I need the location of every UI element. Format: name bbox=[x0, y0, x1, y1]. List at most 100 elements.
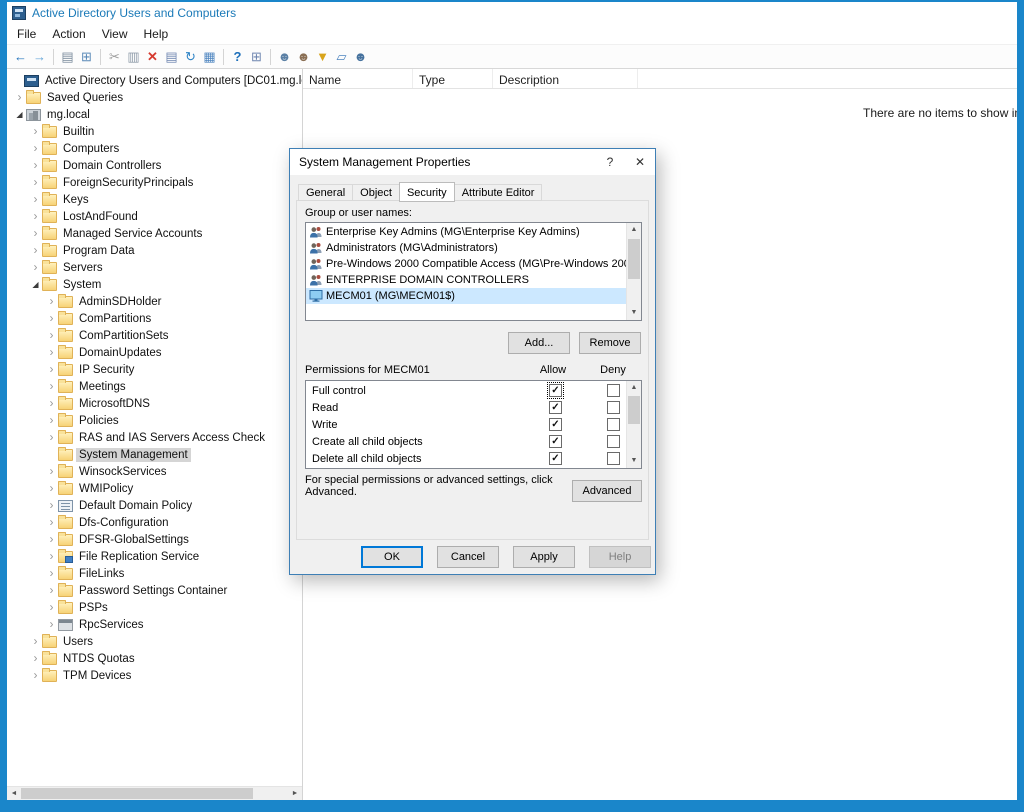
allow-checkbox-write[interactable]: ✓ bbox=[549, 418, 562, 431]
chevron-collapsed-icon[interactable]: › bbox=[45, 482, 58, 495]
tree-item-mg-local[interactable]: ◢mg.local bbox=[7, 106, 302, 123]
tree-item-policies[interactable]: ›Policies bbox=[7, 412, 302, 429]
chevron-collapsed-icon[interactable]: › bbox=[45, 380, 58, 393]
tree-item-password-settings-container[interactable]: ›Password Settings Container bbox=[7, 582, 302, 599]
chevron-collapsed-icon[interactable]: › bbox=[45, 363, 58, 376]
menu-action[interactable]: Action bbox=[44, 25, 93, 43]
scroll-right-icon[interactable]: ► bbox=[288, 787, 302, 800]
window-titlebar[interactable]: Active Directory Users and Computers bbox=[7, 2, 1017, 24]
deny-checkbox-create-all-child-objects[interactable] bbox=[607, 435, 620, 448]
tree-item-foreignsecurityprincipals[interactable]: ›ForeignSecurityPrincipals bbox=[7, 174, 302, 191]
back-icon[interactable]: ← bbox=[11, 48, 30, 66]
scrollbar-thumb[interactable] bbox=[628, 396, 640, 424]
chevron-collapsed-icon[interactable]: › bbox=[45, 312, 58, 325]
tree-item-default-domain-policy[interactable]: ›Default Domain Policy bbox=[7, 497, 302, 514]
permissions-scrollbar[interactable]: ▲ ▼ bbox=[626, 381, 641, 468]
scroll-up-icon[interactable]: ▲ bbox=[627, 223, 641, 237]
tree-item-program-data[interactable]: ›Program Data bbox=[7, 242, 302, 259]
column-header-description[interactable]: Description bbox=[493, 69, 638, 88]
group-item-mecm01-mg-mecm01[interactable]: MECM01 (MG\MECM01$) bbox=[306, 288, 626, 304]
tab-object[interactable]: Object bbox=[352, 184, 400, 201]
tree-item-managed-service-accounts[interactable]: ›Managed Service Accounts bbox=[7, 225, 302, 242]
deny-checkbox-read[interactable] bbox=[607, 401, 620, 414]
menu-help[interactable]: Help bbox=[136, 25, 177, 43]
scroll-down-icon[interactable]: ▼ bbox=[627, 306, 641, 320]
tree-item-wmipolicy[interactable]: ›WMIPolicy bbox=[7, 480, 302, 497]
chevron-collapsed-icon[interactable]: › bbox=[29, 635, 42, 648]
tree-item-ntds-quotas[interactable]: ›NTDS Quotas bbox=[7, 650, 302, 667]
tree-item-filelinks[interactable]: ›FileLinks bbox=[7, 565, 302, 582]
show-tree-icon[interactable]: ⊞ bbox=[77, 48, 96, 66]
tree-item-compartitions[interactable]: ›ComPartitions bbox=[7, 310, 302, 327]
chevron-collapsed-icon[interactable]: › bbox=[45, 431, 58, 444]
allow-checkbox-delete-all-child-objects[interactable]: ✓ bbox=[549, 452, 562, 465]
chevron-collapsed-icon[interactable]: › bbox=[45, 295, 58, 308]
tree-item-microsoftdns[interactable]: ›MicrosoftDNS bbox=[7, 395, 302, 412]
tree-item-dfs-configuration[interactable]: ›Dfs-Configuration bbox=[7, 514, 302, 531]
dialog-help-icon[interactable]: ? bbox=[595, 149, 625, 175]
new-group-icon[interactable]: ☻ bbox=[294, 48, 313, 66]
tree-item-active-directory-users-and-computers-dc01-mg-local[interactable]: Active Directory Users and Computers [DC… bbox=[7, 72, 302, 89]
tree-item-domain-controllers[interactable]: ›Domain Controllers bbox=[7, 157, 302, 174]
chevron-collapsed-icon[interactable]: › bbox=[45, 516, 58, 529]
deny-checkbox-delete-all-child-objects[interactable] bbox=[607, 452, 620, 465]
chevron-collapsed-icon[interactable]: › bbox=[45, 533, 58, 546]
dialog-titlebar[interactable]: System Management Properties ? ✕ bbox=[290, 149, 655, 175]
group-item-enterprise-key-admins-mg-enterprise-key-admins[interactable]: Enterprise Key Admins (MG\Enterprise Key… bbox=[306, 224, 626, 240]
tree-item-keys[interactable]: ›Keys bbox=[7, 191, 302, 208]
chevron-collapsed-icon[interactable]: › bbox=[45, 584, 58, 597]
chevron-collapsed-icon[interactable]: › bbox=[45, 397, 58, 410]
help-icon[interactable]: ? bbox=[228, 48, 247, 66]
menu-file[interactable]: File bbox=[9, 25, 44, 43]
cut-icon[interactable]: ✂ bbox=[105, 48, 124, 66]
delete-icon[interactable]: ✕ bbox=[143, 48, 162, 66]
export-list-icon[interactable]: ▦ bbox=[200, 48, 219, 66]
deny-checkbox-full-control[interactable] bbox=[607, 384, 620, 397]
chevron-collapsed-icon[interactable]: › bbox=[29, 227, 42, 240]
chevron-collapsed-icon[interactable]: › bbox=[29, 142, 42, 155]
chevron-collapsed-icon[interactable]: › bbox=[45, 567, 58, 580]
script-icon[interactable]: ▱ bbox=[332, 48, 351, 66]
advanced-button[interactable]: Advanced bbox=[572, 480, 642, 502]
dialog-close-icon[interactable]: ✕ bbox=[625, 149, 655, 175]
tree-item-psps[interactable]: ›PSPs bbox=[7, 599, 302, 616]
paste-icon[interactable]: ▥ bbox=[124, 48, 143, 66]
scrollbar-thumb[interactable] bbox=[21, 788, 253, 799]
scroll-left-icon[interactable]: ◄ bbox=[7, 787, 21, 800]
tree-item-compartitionsets[interactable]: ›ComPartitionSets bbox=[7, 327, 302, 344]
scroll-up-icon[interactable]: ▲ bbox=[627, 381, 641, 395]
tree-item-file-replication-service[interactable]: ›File Replication Service bbox=[7, 548, 302, 565]
chevron-collapsed-icon[interactable]: › bbox=[29, 652, 42, 665]
chevron-expanded-icon[interactable]: ◢ bbox=[13, 108, 26, 121]
chevron-expanded-icon[interactable]: ◢ bbox=[29, 278, 42, 291]
tree-item-adminsdholder[interactable]: ›AdminSDHolder bbox=[7, 293, 302, 310]
tree-item-computers[interactable]: ›Computers bbox=[7, 140, 302, 157]
refresh-icon[interactable]: ↻ bbox=[181, 48, 200, 66]
group-item-enterprise-domain-controllers[interactable]: ENTERPRISE DOMAIN CONTROLLERS bbox=[306, 272, 626, 288]
group-list-scrollbar[interactable]: ▲ ▼ bbox=[626, 223, 641, 320]
tab-general[interactable]: General bbox=[298, 184, 353, 201]
deny-checkbox-write[interactable] bbox=[607, 418, 620, 431]
find-icon[interactable]: ☻ bbox=[351, 48, 370, 66]
cancel-button[interactable]: Cancel bbox=[437, 546, 499, 568]
ok-button[interactable]: OK bbox=[361, 546, 423, 568]
chevron-collapsed-icon[interactable]: › bbox=[29, 176, 42, 189]
menu-view[interactable]: View bbox=[94, 25, 136, 43]
tree-item-rpcservices[interactable]: ›RpcServices bbox=[7, 616, 302, 633]
list-icon[interactable]: ▤ bbox=[162, 48, 181, 66]
properties-icon[interactable]: ⊞ bbox=[247, 48, 266, 66]
chevron-collapsed-icon[interactable]: › bbox=[45, 550, 58, 563]
set-filter-icon[interactable]: ▼ bbox=[313, 48, 332, 66]
chevron-collapsed-icon[interactable]: › bbox=[29, 261, 42, 274]
remove-button[interactable]: Remove bbox=[579, 332, 641, 354]
column-header-type[interactable]: Type bbox=[413, 69, 493, 88]
chevron-collapsed-icon[interactable]: › bbox=[45, 414, 58, 427]
tree-item-tpm-devices[interactable]: ›TPM Devices bbox=[7, 667, 302, 684]
chevron-collapsed-icon[interactable]: › bbox=[13, 91, 26, 104]
allow-checkbox-read[interactable]: ✓ bbox=[549, 401, 562, 414]
console-window-icon[interactable]: ▤ bbox=[58, 48, 77, 66]
group-item-pre-windows-2000-compatible-access-mg-pre-windows-2000[interactable]: Pre-Windows 2000 Compatible Access (MG\P… bbox=[306, 256, 626, 272]
forward-icon[interactable]: → bbox=[30, 48, 49, 66]
chevron-collapsed-icon[interactable]: › bbox=[29, 125, 42, 138]
chevron-collapsed-icon[interactable]: › bbox=[45, 499, 58, 512]
